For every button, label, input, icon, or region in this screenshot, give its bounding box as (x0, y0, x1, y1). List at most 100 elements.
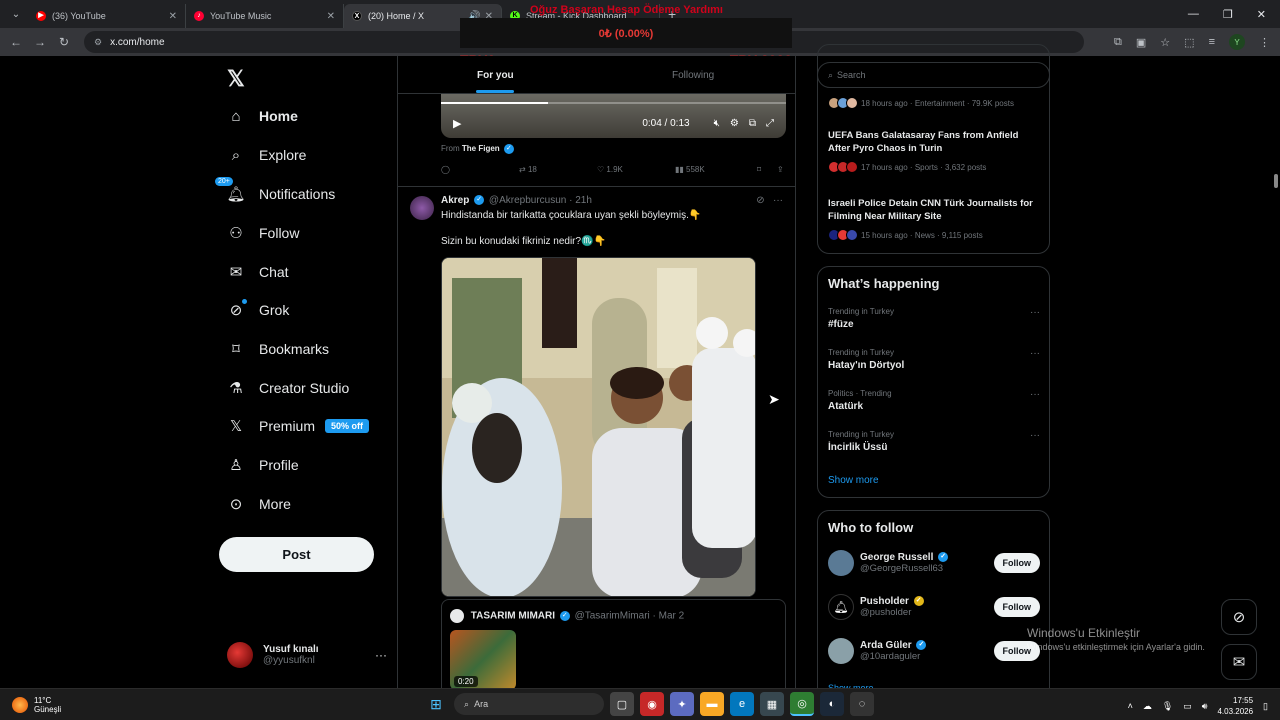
nav-notifications[interactable]: 🔔︎ 20+ Notifications (215, 177, 335, 206)
nav-premium[interactable]: 𝕏 Premium 50% off (227, 414, 370, 438)
author-name[interactable]: Akrep (441, 195, 469, 206)
tab-youtube-music[interactable]: ♪ YouTube Music ✕ (186, 4, 344, 28)
follow-suggestion[interactable]: Arda Güler ✓ @10ardaguler Follow (828, 635, 1040, 667)
mute-icon[interactable]: 🔇︎ (714, 118, 720, 129)
nav-chat[interactable]: ✉ Chat (227, 260, 289, 284)
news-item[interactable]: Israeli Police Detain CNN Türk Journalis… (828, 197, 1038, 241)
tab-youtube[interactable]: ▶ (36) YouTube ✕ (28, 4, 186, 28)
minimize-icon[interactable]: — (1188, 8, 1199, 21)
source-name[interactable]: The Figen (462, 144, 500, 153)
news-item[interactable]: 18 hours ago · Entertainment · 79.9K pos… (828, 91, 1038, 109)
profile-avatar[interactable]: Y (1229, 34, 1245, 50)
nav-profile[interactable]: ♙ Profile (227, 453, 298, 477)
pip-icon[interactable]: ⧉ (749, 118, 756, 129)
trend-item[interactable]: Trending in Turkey İncirlik Üssü ··· (828, 430, 1040, 453)
tweet-time[interactable]: 21h (575, 195, 592, 206)
more-dots-icon[interactable]: ··· (1030, 389, 1040, 400)
follow-suggestion[interactable]: George Russell ✓ @GeorgeRussell63 Follow (828, 547, 1040, 579)
nav-grok[interactable]: ⊘ Grok (227, 298, 289, 322)
weather-widget[interactable]: 11°C Güneşli (12, 696, 61, 714)
task-view-icon[interactable]: ▢ (610, 692, 634, 716)
nav-bookmarks[interactable]: ⌑ Bookmarks (227, 337, 329, 361)
more-dots-icon[interactable]: ··· (375, 648, 387, 662)
x-logo-icon[interactable]: 𝕏 (227, 66, 245, 92)
cast-icon[interactable]: ▣ (1136, 36, 1146, 49)
news-item[interactable]: UEFA Bans Galatasaray Fans from Anfield … (828, 129, 1038, 173)
messages-floating-button[interactable]: ✉ (1221, 644, 1257, 680)
app-icon-2[interactable]: ◌ (850, 692, 874, 716)
reply-icon[interactable]: ◯ (441, 165, 519, 174)
nav-home[interactable]: ⌂ Home (227, 104, 297, 128)
video-progress[interactable] (441, 102, 786, 104)
reading-list-icon[interactable]: ≡ (1209, 36, 1215, 48)
share-icon[interactable]: ⇪ (777, 165, 784, 174)
maximize-icon[interactable]: ❐ (1223, 8, 1233, 21)
cloud-icon[interactable]: ☁ (1143, 701, 1152, 712)
notifications-icon[interactable]: ▯ (1263, 701, 1268, 712)
more-dots-icon[interactable]: ··· (1030, 348, 1040, 359)
clock[interactable]: 17:55 4.03.2026 (1217, 695, 1253, 717)
trend-item[interactable]: Trending in Turkey Hatay'ın Dörtyol ··· (828, 348, 1040, 371)
mic-icon[interactable]: 🎙︎ (1162, 701, 1173, 712)
reload-icon[interactable]: ↻ (52, 35, 76, 49)
scrollbar[interactable] (1272, 56, 1280, 688)
settings-icon[interactable]: ⚙ (730, 118, 739, 129)
trend-item[interactable]: Trending in Turkey #füze ··· (828, 307, 1040, 330)
account-switcher[interactable]: Yusuf kınalı @yyusufknl ··· (227, 642, 387, 668)
nav-follow[interactable]: ⚇ Follow (227, 221, 299, 245)
edge-icon[interactable]: e (730, 692, 754, 716)
taskbar-search[interactable]: ⌕ Ara (454, 693, 604, 715)
site-info-icon[interactable]: ⚙ (94, 37, 102, 48)
post-button[interactable]: Post (219, 537, 374, 572)
nav-explore[interactable]: ⌕ Explore (227, 143, 307, 167)
follow-button[interactable]: Follow (993, 597, 1040, 617)
forward-icon[interactable]: → (28, 35, 52, 49)
app-icon[interactable]: ◉ (640, 692, 664, 716)
translate-icon[interactable]: ⧉ (1114, 36, 1122, 49)
back-icon[interactable]: ← (4, 35, 28, 49)
chevron-up-icon[interactable]: ˄ (1128, 701, 1133, 711)
menu-icon[interactable]: ⋮ (1259, 36, 1270, 49)
play-icon[interactable]: ▶ (453, 117, 461, 130)
avatar[interactable] (410, 196, 434, 220)
tab-search-icon[interactable]: ⌄ (4, 4, 28, 24)
network-icon[interactable]: ▭ (1183, 701, 1192, 712)
extensions-icon[interactable]: ⬚ (1184, 36, 1194, 49)
views-button[interactable]: ▮▮ 558K (675, 165, 757, 174)
follow-button[interactable]: Follow (993, 553, 1040, 573)
close-tab-icon[interactable]: ✕ (169, 11, 177, 22)
volume-icon[interactable]: 🔊︎ (1202, 701, 1208, 712)
tweet-video[interactable] (441, 257, 756, 597)
video-source: From The Figen ✓ (441, 144, 516, 154)
steam-icon[interactable]: ◐ (820, 692, 844, 716)
video-player[interactable]: ▶ 0:04 / 0:13 🔇︎ ⚙ ⧉ ⤢ (441, 94, 786, 138)
nav-more[interactable]: ⊙ More (227, 492, 291, 516)
chrome-icon[interactable]: ◎ (790, 692, 814, 716)
follow-suggestion[interactable]: 🔔︎ Pusholder ✓ @pusholder Follow (828, 591, 1040, 623)
fullscreen-icon[interactable]: ⤢ (766, 118, 774, 129)
more-dots-icon[interactable]: ··· (1030, 430, 1040, 441)
close-tab-icon[interactable]: ✕ (327, 11, 335, 22)
nav-creator-studio[interactable]: ⚗ Creator Studio (227, 376, 349, 400)
show-more-link[interactable]: Show more (828, 475, 879, 486)
more-dots-icon[interactable]: ··· (773, 195, 783, 206)
tab-following[interactable]: Following (672, 70, 714, 81)
trend-item[interactable]: Politics · Trending Atatürk ··· (828, 389, 1040, 412)
tab-for-you[interactable]: For you (477, 70, 514, 81)
scrollbar-thumb[interactable] (1274, 174, 1278, 188)
like-button[interactable]: ♡ 1.9K (597, 165, 675, 174)
windows-start-icon[interactable]: ⊞ (424, 692, 448, 716)
bookmark-star-icon[interactable]: ☆ (1160, 36, 1170, 49)
store-icon[interactable]: ▦ (760, 692, 784, 716)
grok-icon[interactable]: ⊘ (756, 195, 764, 206)
grok-floating-button[interactable]: ⊘ (1221, 599, 1257, 635)
repost-button[interactable]: ⇄ 18 (519, 165, 597, 174)
quoted-tweet[interactable]: TASARIM MIMARI ✓ @TasarimMimari · Mar 2 … (441, 599, 786, 688)
author-handle[interactable]: @Akrepburcusun (489, 195, 566, 206)
search-box[interactable]: ⌕ Search (817, 62, 1050, 88)
more-dots-icon[interactable]: ··· (1030, 307, 1040, 318)
close-window-icon[interactable]: ✕ (1257, 8, 1266, 21)
file-explorer-icon[interactable]: ▬ (700, 692, 724, 716)
copilot-icon[interactable]: ✦ (670, 692, 694, 716)
bookmark-icon[interactable]: ⌑ (757, 165, 777, 174)
